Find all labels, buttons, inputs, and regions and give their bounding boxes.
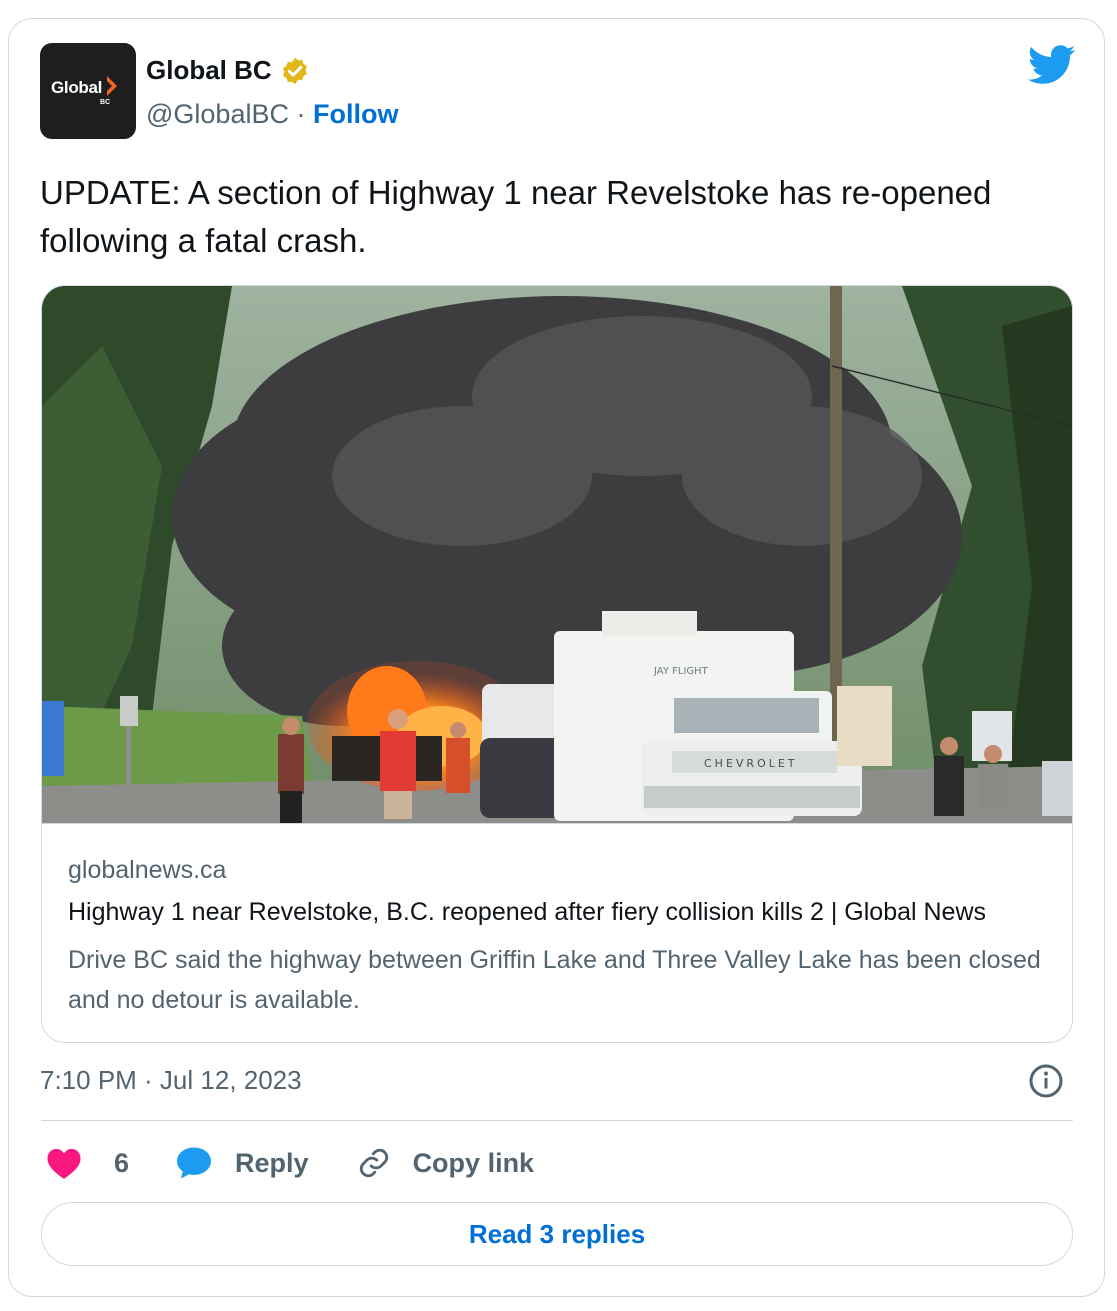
link-domain: globalnews.ca	[68, 856, 227, 884]
link-icon	[359, 1148, 388, 1178]
follow-link[interactable]: Follow	[313, 99, 398, 129]
like-count: 6	[114, 1147, 130, 1178]
read-replies-button[interactable]: Read 3 replies	[41, 1202, 1073, 1266]
crash-photo[interactable]: JAY FLIGHT CHEVROLET	[42, 286, 1072, 823]
trailer-brand-label: JAY FLIGHT	[653, 666, 709, 677]
tweet-text: UPDATE: A section of Highway 1 near Reve…	[40, 174, 992, 259]
global-logo-chevron-icon	[107, 76, 117, 96]
copy-link-button[interactable]: Copy link	[357, 1146, 535, 1180]
tweet-timestamp[interactable]: 7:10 PM · Jul 12, 2023	[40, 1065, 302, 1096]
copy-link-label: Copy link	[412, 1147, 535, 1178]
handle-separator: ·	[288, 99, 313, 129]
verified-badge-icon	[282, 57, 307, 84]
tweet-embed-card: Global BC Global BC @GlobalBC · Follow U…	[8, 18, 1105, 1297]
link-title: Highway 1 near Revelstoke, B.C. reopened…	[68, 898, 987, 926]
account-name-row[interactable]: Global BC	[146, 55, 310, 86]
reply-label: Reply	[235, 1147, 309, 1178]
twitter-bird-icon[interactable]	[1028, 45, 1076, 85]
truck-brand-label: CHEVROLET	[704, 757, 798, 770]
reply-button[interactable]: Reply	[175, 1146, 309, 1180]
divider	[41, 1120, 1073, 1121]
like-button[interactable]: 6	[46, 1146, 129, 1180]
action-bar: 6 Reply Copy link	[46, 1141, 534, 1185]
avatar-brand-text: Global	[51, 78, 103, 97]
avatar[interactable]: Global BC	[40, 43, 136, 139]
link-preview-card[interactable]: JAY FLIGHT CHEVROLET globalnews.ca Highw…	[41, 285, 1073, 1043]
avatar-sub-text: BC	[100, 99, 111, 106]
account-name[interactable]: Global BC	[146, 55, 272, 86]
account-handle[interactable]: @GlobalBC	[146, 99, 289, 129]
link-preview-meta[interactable]: globalnews.ca Highway 1 near Revelstoke,…	[42, 823, 1072, 1042]
link-description: Drive BC said the highway between Griffi…	[68, 946, 1041, 1014]
reply-bubble-icon	[177, 1147, 212, 1179]
info-icon[interactable]	[1028, 1063, 1064, 1099]
heart-icon	[47, 1148, 81, 1179]
handle-row: @GlobalBC · Follow	[146, 99, 398, 130]
